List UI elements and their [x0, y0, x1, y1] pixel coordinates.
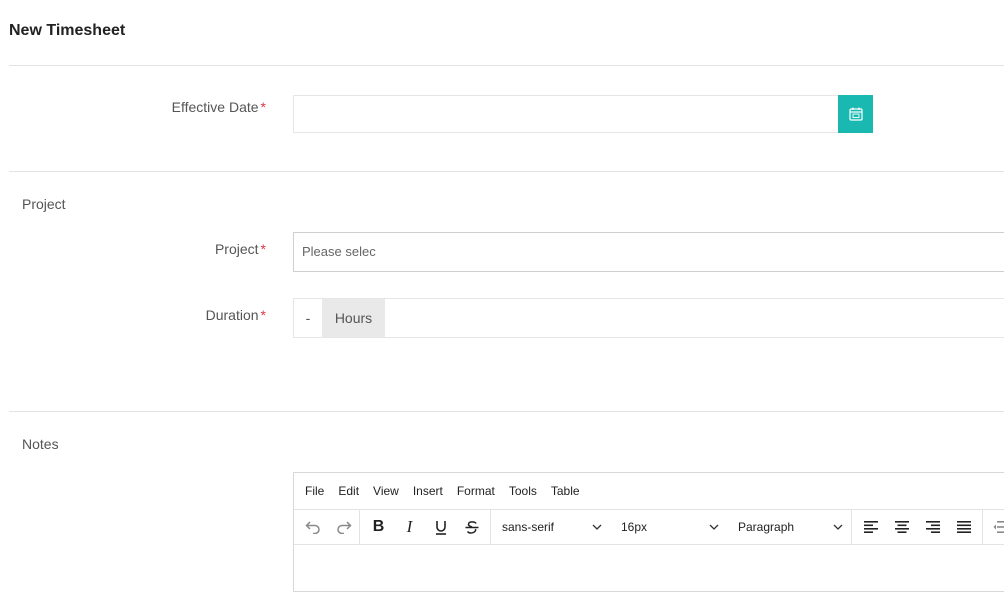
required-asterisk: *	[260, 307, 266, 323]
strikethrough-button[interactable]	[456, 510, 487, 544]
italic-button[interactable]: I	[394, 510, 425, 544]
project-section-title: Project	[22, 196, 66, 212]
calendar-icon	[848, 107, 863, 121]
section-divider	[9, 171, 1004, 172]
effective-date-label: Effective Date *	[10, 99, 266, 115]
align-center-icon	[894, 521, 909, 533]
outdent-button[interactable]	[983, 510, 1004, 544]
block-format-value: Paragraph	[738, 520, 795, 534]
project-label-text: Project	[214, 241, 259, 257]
align-right-button[interactable]	[917, 510, 948, 544]
bold-button[interactable]: B	[363, 510, 394, 544]
calendar-button[interactable]	[838, 95, 873, 133]
redo-icon	[336, 521, 352, 534]
font-family-value: sans-serif	[502, 520, 555, 534]
required-asterisk: *	[260, 241, 266, 257]
align-center-button[interactable]	[886, 510, 917, 544]
alignment-group	[852, 510, 982, 544]
menu-table[interactable]: Table	[551, 484, 580, 498]
redo-button[interactable]	[328, 510, 359, 544]
font-size-value: 16px	[621, 520, 648, 534]
menu-format[interactable]: Format	[457, 484, 495, 498]
effective-date-label-text: Effective Date	[171, 99, 259, 115]
page-title: New Timesheet	[9, 22, 126, 39]
block-format-select[interactable]: Paragraph	[727, 510, 851, 544]
duration-value[interactable]: -	[294, 299, 322, 337]
editor-toolbar: B I sans-serif 16px Paragraph	[294, 509, 1004, 545]
notes-section-title: Notes	[22, 436, 59, 452]
menu-view[interactable]: View	[373, 484, 399, 498]
chevron-down-icon	[709, 524, 719, 530]
notes-editor: File Edit View Insert Format Tools Table	[293, 472, 1004, 592]
font-family-select[interactable]: sans-serif	[491, 510, 610, 544]
required-asterisk: *	[260, 99, 266, 115]
justify-button[interactable]	[948, 510, 979, 544]
font-size-select[interactable]: 16px	[610, 510, 727, 544]
underline-icon	[435, 520, 446, 535]
project-select[interactable]: Please selec	[293, 232, 1004, 272]
justify-icon	[956, 521, 971, 533]
menu-file[interactable]: File	[305, 484, 324, 498]
editor-menubar: File Edit View Insert Format Tools Table	[294, 473, 1004, 509]
outdent-icon	[993, 521, 1004, 533]
duration-label-text: Duration	[205, 307, 259, 323]
formatting-group: B I	[360, 510, 491, 544]
menu-tools[interactable]: Tools	[509, 484, 537, 498]
menu-edit[interactable]: Edit	[338, 484, 359, 498]
section-divider	[9, 411, 1004, 412]
align-left-icon	[863, 521, 878, 533]
duration-field[interactable]: - Hours	[293, 298, 1004, 338]
menu-insert[interactable]: Insert	[413, 484, 443, 498]
chevron-down-icon	[833, 524, 843, 530]
align-left-button[interactable]	[855, 510, 886, 544]
styles-group: sans-serif 16px Paragraph	[491, 510, 852, 544]
header-divider	[9, 65, 1004, 66]
undo-button[interactable]	[297, 510, 328, 544]
chevron-down-icon	[592, 524, 602, 530]
align-right-icon	[925, 521, 940, 533]
bold-icon: B	[372, 518, 385, 535]
effective-date-input[interactable]	[293, 95, 838, 133]
undo-icon	[304, 521, 320, 534]
duration-label: Duration *	[10, 307, 266, 323]
underline-button[interactable]	[425, 510, 456, 544]
italic-icon: I	[406, 517, 413, 536]
strikethrough-icon	[465, 520, 478, 534]
history-group	[294, 510, 360, 544]
duration-unit: Hours	[322, 299, 385, 337]
project-label: Project *	[10, 241, 266, 257]
